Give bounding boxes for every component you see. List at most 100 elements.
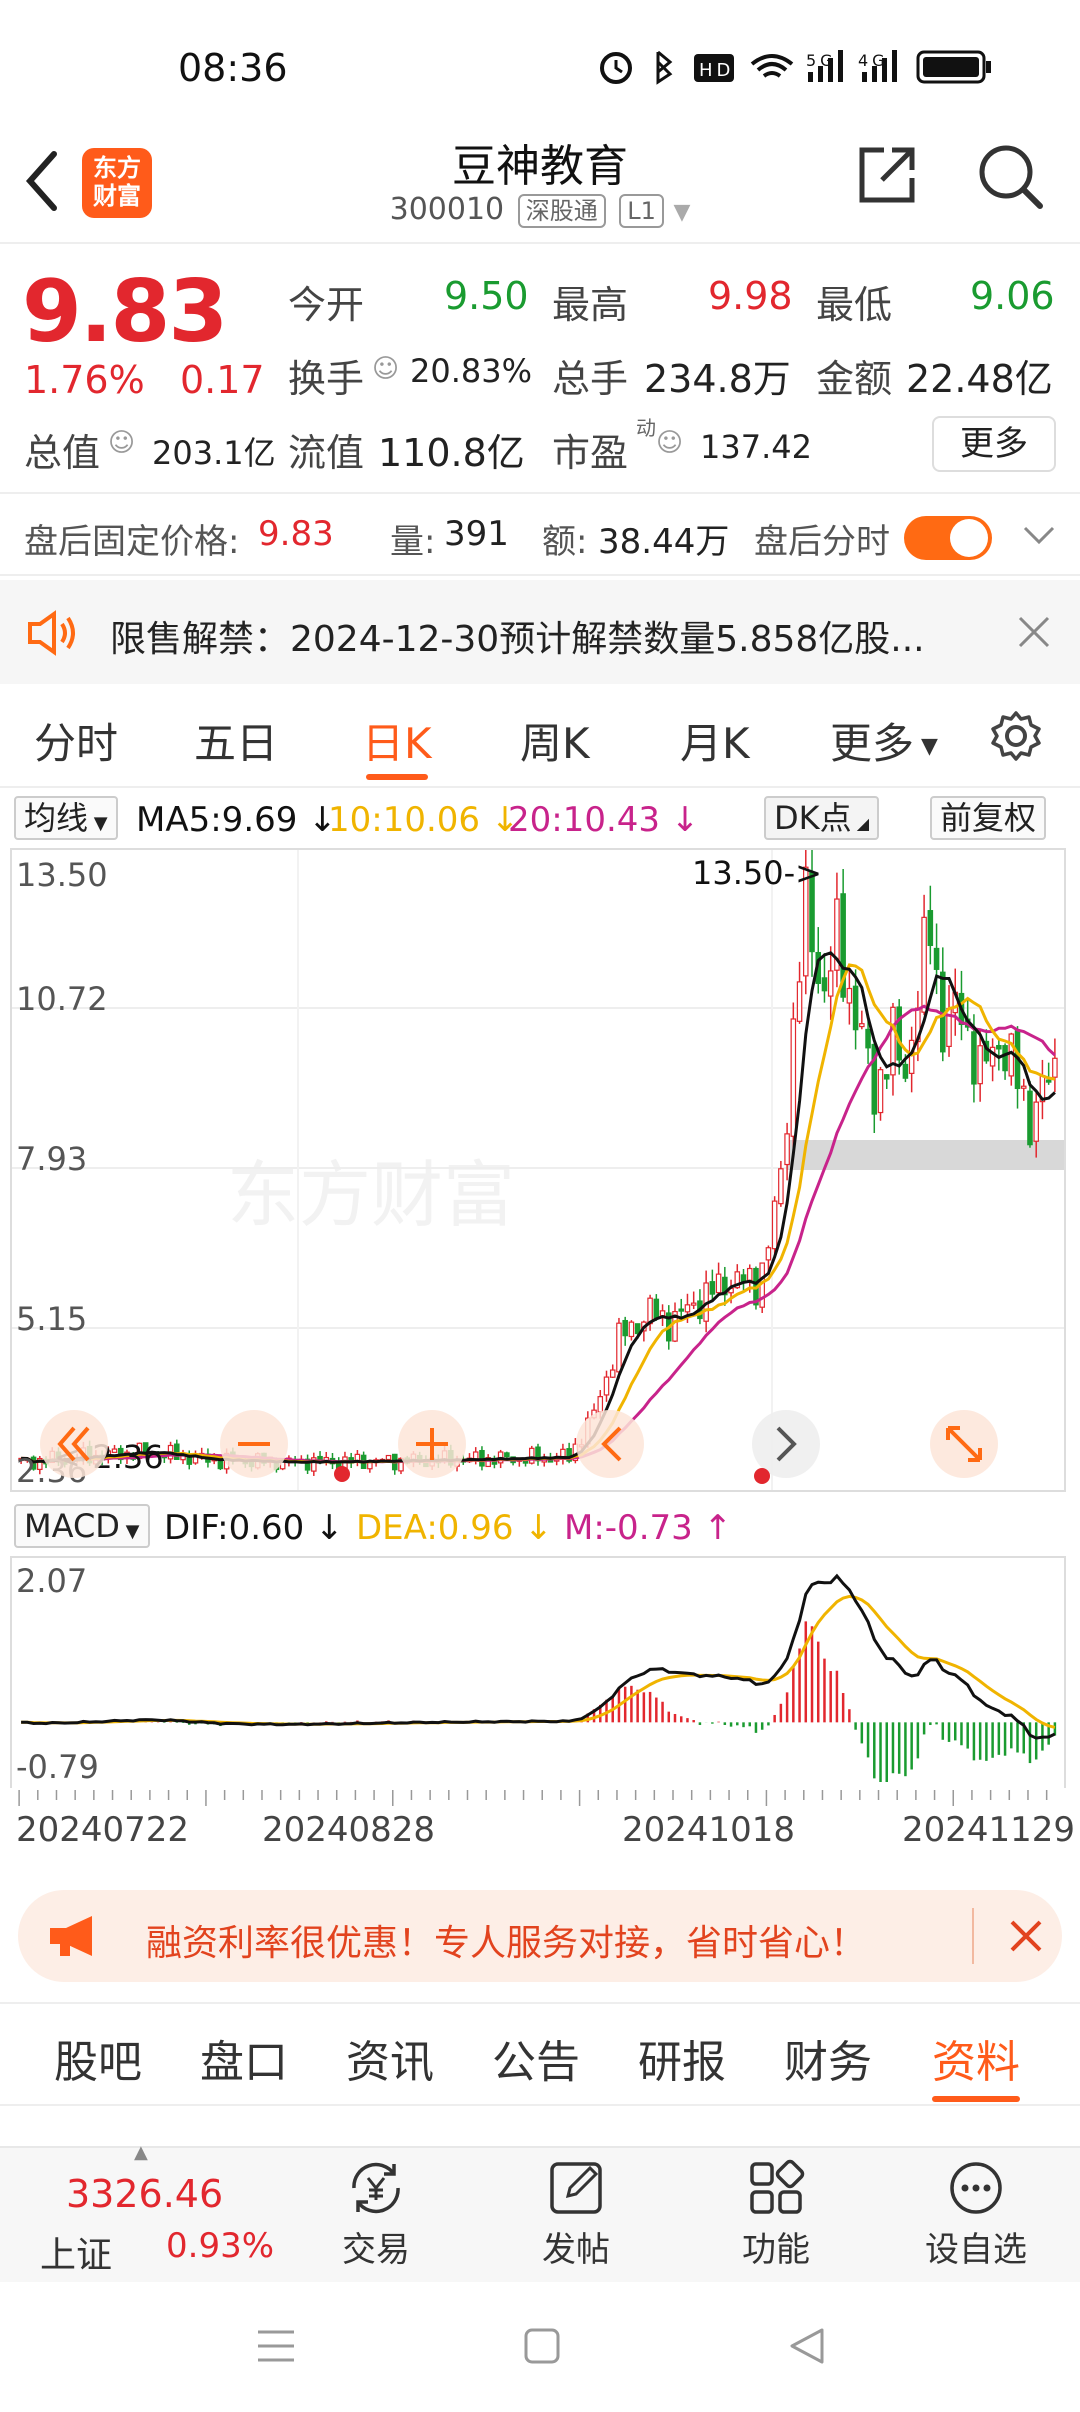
date-label: 20240828 (262, 1810, 436, 1850)
m-value: M:-0.73 ↑ (564, 1508, 733, 1548)
tab-monthly-k[interactable]: 月K (680, 710, 750, 771)
high-label: 最高 (552, 283, 629, 327)
trade-button[interactable]: 交易 (306, 2156, 446, 2271)
kline-chart[interactable]: 东方财富 13.50 10.72 7.93 5.15 2.36 13.50-> … (10, 841, 1066, 1492)
candle-body (778, 1168, 784, 1205)
tab-finance[interactable]: 财务 (784, 2026, 872, 2090)
tab-more[interactable]: 更多 ▼ (830, 710, 938, 771)
dropdown-triangle-icon: ▼ (914, 734, 938, 759)
ma-selector[interactable]: 均线 ▼ (14, 796, 118, 840)
stock-name: 豆神教育 (452, 141, 628, 192)
candle-body (846, 987, 853, 1004)
ma5-text: MA5:9.69 (136, 800, 298, 840)
home-square-icon[interactable] (522, 2324, 562, 2368)
tab-more-label: 更多 (830, 719, 915, 768)
adjust-button[interactable]: 前复权 (930, 796, 1047, 840)
tab-timeshare[interactable]: 分时 (34, 710, 118, 771)
candle-body (653, 1298, 660, 1319)
dk-point-button[interactable]: DK点 ◢ (764, 796, 880, 840)
promo-banner[interactable]: 融资利率很优惠！专人服务对接，省时省心！ (18, 1890, 1062, 1982)
stock-code: 300010 (389, 192, 505, 227)
low-label: 最低 (816, 283, 893, 327)
volume-value: 234.8万 (644, 357, 791, 401)
candle-body (622, 1319, 628, 1337)
after-amt-value: 38.44万 (598, 522, 730, 562)
scroll-left-button[interactable] (576, 1410, 644, 1478)
info-circle-icon[interactable]: ☺ (656, 428, 683, 458)
tab-announcements[interactable]: 公告 (492, 2026, 580, 2090)
menu-icon[interactable] (254, 2326, 298, 2366)
close-icon[interactable] (1016, 614, 1052, 650)
dropdown-triangle-icon: ▼ (119, 1521, 140, 1542)
close-icon[interactable] (1008, 1918, 1044, 1954)
candle-body (784, 1133, 790, 1166)
macd-svg: 2.07 -0.79 (16, 1562, 1057, 1786)
pe-sup: 动 (636, 416, 656, 440)
candle-body (1002, 1045, 1008, 1072)
high-value: 9.98 (708, 274, 793, 318)
turnover-value: 20.83% (410, 352, 533, 390)
macd-selector-label: MACD (24, 1507, 120, 1545)
unlock-notice-bar[interactable]: 限售解禁：2024-12-30预计解禁数量5.858亿股... (0, 580, 1080, 684)
share-icon[interactable] (856, 144, 918, 206)
add-watchlist-button[interactable]: 设自选 (906, 2156, 1046, 2271)
candle-body (852, 985, 859, 1031)
y-tick: 10.72 (16, 980, 108, 1018)
amount-label: 金额 (816, 357, 893, 401)
candle-body (603, 1376, 610, 1396)
info-circle-icon[interactable]: ☺ (108, 428, 135, 458)
index-widget[interactable]: ▲ 3326.46 上证 0.93% (30, 2142, 280, 2278)
macd-chart[interactable]: 2.07 -0.79 (10, 1556, 1066, 1788)
ma10-text: 10:10.06 (328, 800, 481, 840)
candle-body (865, 1028, 871, 1049)
tab-guba[interactable]: 股吧 (54, 2026, 142, 2090)
stock-code-line[interactable]: 300010 深股通 L1 ▼ (0, 192, 1080, 228)
info-circle-icon[interactable]: ☺ (372, 354, 399, 384)
after-timeshare-label: 盘后分时 (754, 522, 890, 562)
candle-body (859, 1023, 865, 1028)
float-value: 110.8亿 (378, 431, 525, 475)
macd-selector[interactable]: MACD ▼ (14, 1504, 150, 1548)
tab-profile[interactable]: 资料 (932, 2026, 1020, 2102)
yuan-swap-icon (352, 2162, 400, 2214)
y-tick: 2.07 (16, 1562, 87, 1600)
macd-indicator-row: MACD ▼ DIF:0.60 ↓ DEA:0.96 ↓ M:-0.73 ↑ (0, 1500, 1080, 1552)
back-triangle-icon[interactable] (786, 2324, 830, 2368)
zoom-in-button[interactable] (398, 1410, 466, 1478)
status-icons: HD 5G 4G (596, 46, 1036, 94)
tab-five-day[interactable]: 五日 (194, 710, 278, 771)
post-button[interactable]: 发帖 (506, 2156, 646, 2271)
more-button[interactable]: 更多 (932, 416, 1056, 472)
tab-weekly-k[interactable]: 周K (520, 710, 590, 771)
gear-icon[interactable] (990, 710, 1042, 762)
search-icon[interactable] (976, 142, 1046, 212)
candle-body (827, 970, 834, 997)
candle-body (385, 1454, 392, 1461)
candle-body (896, 1006, 902, 1061)
tab-news[interactable]: 资讯 (346, 2026, 434, 2090)
max-annotation: 13.50-> (692, 854, 822, 892)
function-label: 功能 (742, 2230, 810, 2270)
date-axis: 20240722 20240828 20241018 20241129 (10, 1788, 1075, 1870)
dif-value: DIF:0.60 ↓ (164, 1508, 344, 1548)
tab-pankou[interactable]: 盘口 (200, 2026, 288, 2090)
candle-body (628, 1321, 635, 1338)
fast-back-button[interactable] (40, 1410, 108, 1478)
index-pct: 0.93% (166, 2226, 275, 2266)
toggle-knob (950, 519, 988, 557)
dea-text: DEA:0.96 (356, 1508, 514, 1548)
tab-research[interactable]: 研报 (638, 2026, 726, 2090)
last-price: 9.83 (22, 262, 228, 362)
fullscreen-button[interactable] (930, 1410, 998, 1478)
tab-daily-k[interactable]: 日K (362, 710, 432, 780)
candle-body (174, 1443, 180, 1460)
info-tabs: 股吧 盘口 资讯 公告 研报 财务 资料 (0, 2002, 1080, 2106)
after-hours-toggle[interactable] (904, 516, 992, 560)
zoom-out-button[interactable] (220, 1410, 288, 1478)
scroll-right-button[interactable] (752, 1410, 820, 1478)
chevron-down-icon[interactable] (1022, 524, 1056, 546)
candle-body (902, 1063, 909, 1079)
quote-panel: 9.83 1.76% 0.17 今开 9.50 最高 9.98 最低 9.06 … (0, 248, 1080, 488)
candle-body (1033, 1101, 1039, 1142)
function-button[interactable]: 功能 (706, 2156, 846, 2271)
